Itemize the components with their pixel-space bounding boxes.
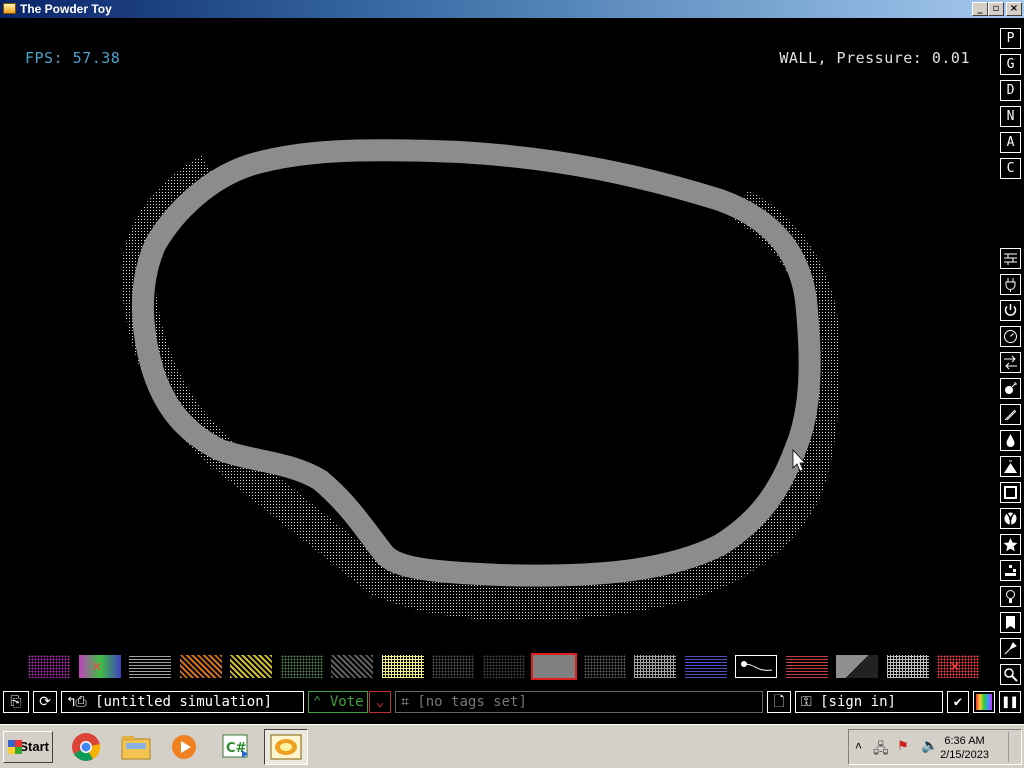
palette-item-erase-wall[interactable]: ✕: [937, 655, 979, 678]
palette-item-7[interactable]: [331, 655, 373, 678]
clock[interactable]: 6:36 AM 2/15/2023: [940, 734, 989, 762]
open-icon: ⎘: [10, 694, 22, 710]
network-icon[interactable]: 🖧: [873, 738, 889, 762]
special-icon[interactable]: [1000, 534, 1021, 555]
pause-icon: ❚❚: [1001, 694, 1019, 710]
palette-item-17[interactable]: [836, 655, 878, 678]
palette-item-14[interactable]: [685, 655, 727, 678]
palette-item-3[interactable]: [129, 655, 171, 678]
palette-item-13[interactable]: [634, 655, 676, 678]
gravity-button-g[interactable]: G: [1000, 54, 1021, 75]
newtonian-button-n[interactable]: N: [1000, 106, 1021, 127]
key-icon: ⚿: [801, 694, 812, 710]
action-center-icon[interactable]: ⚑: [897, 738, 909, 754]
reload-icon: ⟳: [39, 694, 51, 710]
reload-button[interactable]: ⟳: [33, 691, 57, 713]
simulation-title: [untitled simulation]: [95, 694, 273, 710]
vote-label: Vote: [329, 694, 364, 710]
chrome-icon[interactable]: [66, 729, 106, 765]
decoration-icon[interactable]: [1000, 638, 1021, 659]
palette-item-stream[interactable]: [735, 655, 777, 678]
show-desktop-button[interactable]: [1008, 732, 1019, 762]
tag-icon: ⌗: [401, 694, 409, 710]
app-icon: [3, 3, 16, 14]
start-label: Start: [19, 739, 49, 754]
palette-item-erase[interactable]: ✕: [79, 655, 121, 678]
save-simulation-button[interactable]: ↰⎙ [untitled simulation]: [61, 691, 304, 713]
electronics-icon[interactable]: [1000, 274, 1021, 295]
drawn-wall-loop: [132, 139, 821, 587]
vote-up-button[interactable]: ⌃ Vote: [308, 691, 368, 713]
erase-cross-icon: ✕: [92, 656, 102, 675]
thumbs-up-icon: ⌃: [313, 694, 322, 710]
powders-icon[interactable]: [1000, 456, 1021, 477]
palette-item-5[interactable]: [230, 655, 272, 678]
solids-icon[interactable]: [1000, 482, 1021, 503]
csharp-icon[interactable]: C#: [216, 729, 256, 765]
gases-icon[interactable]: [1000, 404, 1021, 425]
start-button[interactable]: Start: [3, 731, 53, 763]
palette-item-9[interactable]: [432, 655, 474, 678]
media-player-icon[interactable]: [164, 729, 204, 765]
favorites-icon[interactable]: [1000, 612, 1021, 633]
radioactive-icon[interactable]: [1000, 508, 1021, 529]
restore-button[interactable]: ▫: [988, 2, 1004, 16]
powered-icon[interactable]: [1000, 300, 1021, 321]
walls-icon[interactable]: [1000, 248, 1021, 269]
file-explorer-icon[interactable]: [116, 729, 156, 765]
new-simulation-button[interactable]: 🗋: [767, 691, 791, 713]
pause-options-button-p[interactable]: P: [1000, 28, 1021, 49]
palette-item-12[interactable]: [584, 655, 626, 678]
new-document-icon: 🗋: [773, 694, 785, 710]
pause-button[interactable]: ❚❚: [999, 691, 1021, 713]
palette-item-4[interactable]: [180, 655, 222, 678]
renderer-button[interactable]: [973, 691, 995, 713]
tags-button[interactable]: ⌗ [no tags set]: [395, 691, 763, 713]
checkmark-icon: ✔: [953, 694, 963, 710]
display-button-d[interactable]: D: [1000, 80, 1021, 101]
windows-flag-icon: [8, 740, 22, 754]
close-button[interactable]: ×: [1006, 2, 1022, 16]
palette-item-6[interactable]: [281, 655, 323, 678]
save-icon: ↰⎙: [67, 694, 87, 710]
force-icon[interactable]: [1000, 352, 1021, 373]
color-spectrum-icon: [976, 694, 992, 710]
palette-item-18[interactable]: [887, 655, 929, 678]
thumbs-down-icon: ⌄: [375, 694, 385, 710]
fps-readout: FPS: 57.38: [25, 49, 121, 67]
minimize-button[interactable]: _: [972, 2, 988, 16]
system-tray: ˄ 🖧 ⚑ 🔈 6:36 AM 2/15/2023: [848, 729, 1022, 765]
window-titlebar: The Powder Toy _ ▫ ×: [0, 0, 1024, 18]
explosives-icon[interactable]: [1000, 378, 1021, 399]
simulation-canvas[interactable]: [0, 18, 996, 654]
palette-item-wall-selected[interactable]: [531, 653, 577, 680]
open-simulation-button[interactable]: ⎘: [3, 691, 29, 713]
sensors-icon[interactable]: [1000, 326, 1021, 347]
volume-icon[interactable]: 🔈: [921, 737, 938, 754]
liquids-icon[interactable]: [1000, 430, 1021, 451]
sign-in-label: [sign in]: [820, 694, 896, 710]
erase-cross-icon: ✕: [950, 656, 960, 675]
clock-date: 2/15/2023: [940, 749, 989, 761]
palette-item-1[interactable]: [28, 655, 70, 678]
show-hidden-icons-icon[interactable]: ˄: [855, 739, 862, 753]
stream-icon: [741, 661, 773, 671]
sign-in-button[interactable]: ⚿ [sign in]: [795, 691, 943, 713]
palette-item-8[interactable]: [382, 655, 424, 678]
console-button-c[interactable]: C: [1000, 158, 1021, 179]
tools-icon[interactable]: [1000, 586, 1021, 607]
windows-taskbar: Start C# ˄ 🖧 ⚑ 🔈 6:36 AM 2/15/2023: [0, 724, 1024, 768]
clock-time: 6:36 AM: [944, 735, 985, 747]
palette-item-16[interactable]: [786, 655, 828, 678]
tags-label: [no tags set]: [417, 694, 527, 710]
hover-info-readout: WALL, Pressure: 0.01: [779, 49, 970, 67]
window-title: The Powder Toy: [20, 2, 112, 16]
settings-button[interactable]: ✔: [947, 691, 969, 713]
powder-toy-icon[interactable]: [264, 729, 308, 765]
life-icon[interactable]: [1000, 560, 1021, 581]
vote-down-button[interactable]: ⌄: [369, 691, 391, 713]
search-icon[interactable]: [1000, 664, 1021, 685]
ambient-button-a[interactable]: A: [1000, 132, 1021, 153]
palette-item-10[interactable]: [483, 655, 525, 678]
